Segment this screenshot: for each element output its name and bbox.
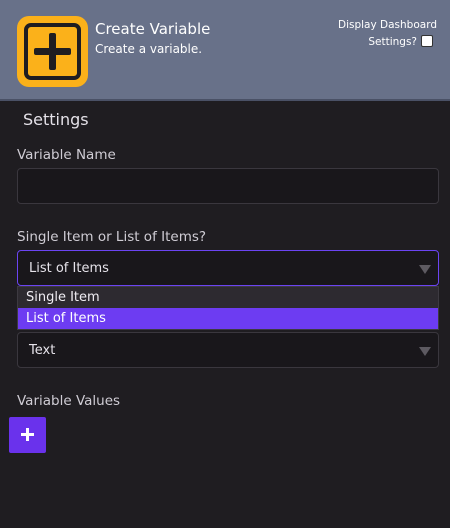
variable-values-label: Variable Values (17, 393, 121, 409)
single-or-list-dropdown: Single Item List of Items (17, 286, 439, 330)
chevron-down-icon (419, 265, 431, 274)
type-selected-value: Text (29, 343, 56, 358)
single-or-list-select[interactable]: List of Items (17, 250, 439, 286)
page-title: Create Variable (95, 20, 211, 38)
variable-name-input[interactable] (17, 168, 439, 204)
display-dashboard-checkbox[interactable] (421, 35, 433, 47)
header: Create Variable Create a variable. Displ… (0, 0, 450, 101)
settings-heading: Settings (23, 110, 89, 129)
dropdown-option-list-of-items[interactable]: List of Items (18, 308, 438, 329)
variable-name-label: Variable Name (17, 147, 116, 163)
display-dashboard-label-line2: Settings? (368, 36, 417, 48)
chevron-down-icon (419, 347, 431, 356)
type-select[interactable]: Text (17, 332, 439, 368)
display-dashboard-label: Display Dashboard Settings? (307, 17, 437, 51)
dropdown-option-single-item[interactable]: Single Item (18, 287, 438, 308)
add-square-icon (17, 16, 88, 87)
add-value-button[interactable] (9, 417, 46, 453)
display-dashboard-label-line1: Display Dashboard (337, 19, 437, 31)
page-subtitle: Create a variable. (95, 42, 203, 56)
single-or-list-label: Single Item or List of Items? (17, 229, 207, 245)
single-or-list-selected-value: List of Items (29, 261, 109, 276)
